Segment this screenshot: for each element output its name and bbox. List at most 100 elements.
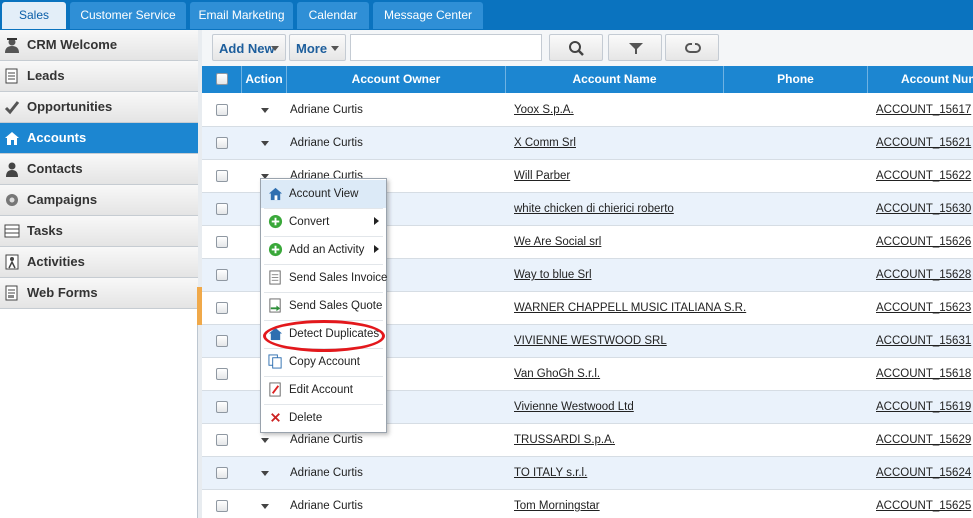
account-name-link[interactable]: Van GhoGh S.r.l. (514, 368, 600, 380)
row-action-dropdown[interactable] (261, 108, 269, 113)
account-name-link[interactable]: Tom Morningstar (514, 500, 600, 512)
table-row[interactable]: Adriane Curtis Yoox S.p.A. ACCOUNT_15617 (202, 94, 973, 127)
account-num-link[interactable]: ACCOUNT_15631 (876, 335, 971, 347)
account-name-link[interactable]: X Comm Srl (514, 137, 576, 149)
account-name-link[interactable]: TRUSSARDI S.p.A. (514, 434, 615, 446)
refresh-icon (685, 42, 701, 53)
row-checkbox[interactable] (216, 335, 228, 347)
account-num-link[interactable]: ACCOUNT_15629 (876, 434, 971, 446)
row-checkbox[interactable] (216, 269, 228, 281)
search-input[interactable] (350, 34, 542, 61)
row-checkbox[interactable] (216, 170, 228, 182)
quote-icon (268, 298, 283, 313)
account-num-link[interactable]: ACCOUNT_15618 (876, 368, 971, 380)
row-checkbox[interactable] (216, 467, 228, 479)
gear-icon (4, 192, 20, 208)
column-header-phone[interactable]: Phone (724, 66, 868, 93)
account-num-link[interactable]: ACCOUNT_15619 (876, 401, 971, 413)
account-num-link[interactable]: ACCOUNT_15621 (876, 137, 971, 149)
account-num-link[interactable]: ACCOUNT_15617 (876, 104, 971, 116)
select-all-column (202, 66, 242, 93)
tab-message-center[interactable]: Message Center (373, 2, 483, 29)
menu-item-send-sales-invoice[interactable]: Send Sales Invoice (261, 264, 388, 292)
row-action-dropdown[interactable] (261, 141, 269, 146)
menu-item-label: Send Sales Invoice (289, 272, 388, 284)
sidebar-item-accounts[interactable]: Accounts (0, 123, 198, 154)
account-num-link[interactable]: ACCOUNT_15624 (876, 467, 971, 479)
row-action-dropdown[interactable] (261, 438, 269, 443)
account-name-link[interactable]: Way to blue Srl (514, 269, 592, 281)
account-name-link[interactable]: WARNER CHAPPELL MUSIC ITALIANA S.R. (514, 302, 746, 314)
account-num-link[interactable]: ACCOUNT_15623 (876, 302, 971, 314)
account-name-link[interactable]: VIVIENNE WESTWOOD SRL (514, 335, 667, 347)
sidebar-item-tasks[interactable]: Tasks (0, 216, 198, 247)
account-num-link[interactable]: ACCOUNT_15626 (876, 236, 971, 248)
sidebar-item-contacts[interactable]: Contacts (0, 154, 198, 185)
menu-item-copy-account[interactable]: Copy Account (261, 348, 386, 376)
toolbar: Add New More (202, 30, 973, 66)
account-num-link[interactable]: ACCOUNT_15628 (876, 269, 971, 281)
account-name-link[interactable]: Vivienne Westwood Ltd (514, 401, 634, 413)
account-owner-cell: Adriane Curtis (290, 137, 363, 149)
account-name-link[interactable]: white chicken di chierici roberto (514, 203, 674, 215)
row-checkbox[interactable] (216, 137, 228, 149)
sidebar-item-leads[interactable]: Leads (0, 61, 198, 92)
row-checkbox[interactable] (216, 368, 228, 380)
add-new-label: Add New (219, 41, 275, 56)
checkmark-icon (4, 99, 20, 115)
sidebar-item-label: Accounts (27, 130, 87, 145)
menu-item-send-sales-quote[interactable]: Send Sales Quote (261, 292, 386, 320)
row-action-dropdown[interactable] (261, 471, 269, 476)
menu-item-delete[interactable]: Delete (261, 404, 386, 432)
sidebar-item-campaigns[interactable]: Campaigns (0, 185, 198, 216)
sidebar-item-web-forms[interactable]: Web Forms (0, 278, 198, 309)
house-icon (268, 186, 283, 201)
row-checkbox[interactable] (216, 434, 228, 446)
tab-customer-service[interactable]: Customer Service (70, 2, 186, 29)
table-row[interactable]: Adriane Curtis TO ITALY s.r.l. ACCOUNT_156… (202, 457, 973, 490)
select-all-checkbox[interactable] (216, 73, 228, 85)
tab-sales[interactable]: Sales (2, 2, 66, 29)
house-icon (4, 130, 20, 146)
invoice-icon (268, 270, 283, 285)
refresh-button[interactable] (665, 34, 719, 61)
row-checkbox[interactable] (216, 236, 228, 248)
add-new-button[interactable]: Add New (212, 34, 286, 61)
tab-email-marketing[interactable]: Email Marketing (190, 2, 293, 29)
row-checkbox[interactable] (216, 203, 228, 215)
account-name-link[interactable]: Will Parber (514, 170, 570, 182)
column-header-account-name[interactable]: Account Name (506, 66, 724, 93)
account-name-link[interactable]: We Are Social srl (514, 236, 601, 248)
account-num-link[interactable]: ACCOUNT_15625 (876, 500, 971, 512)
menu-item-add-activity[interactable]: Add an Activity (261, 236, 386, 264)
menu-item-account-view[interactable]: Account View (261, 180, 386, 208)
row-checkbox[interactable] (216, 500, 228, 512)
more-button[interactable]: More (289, 34, 346, 61)
menu-item-edit-account[interactable]: Edit Account (261, 376, 386, 404)
sidebar-item-crm-welcome[interactable]: CRM Welcome (0, 30, 198, 61)
account-name-link[interactable]: Yoox S.p.A. (514, 104, 574, 116)
account-num-link[interactable]: ACCOUNT_15630 (876, 203, 971, 215)
column-header-account-num[interactable]: Account Num (868, 66, 973, 93)
row-checkbox[interactable] (216, 104, 228, 116)
row-checkbox[interactable] (216, 302, 228, 314)
table-row[interactable]: Adriane Curtis Tom Morningstar ACCOUNT_156… (202, 490, 973, 518)
search-button[interactable] (549, 34, 603, 61)
account-num-link[interactable]: ACCOUNT_15622 (876, 170, 971, 182)
plus-circle-icon (268, 242, 283, 257)
sidebar-item-opportunities[interactable]: Opportunities (0, 92, 198, 123)
account-name-link[interactable]: TO ITALY s.r.l. (514, 467, 587, 479)
user-icon (4, 37, 20, 53)
column-header-account-owner[interactable]: Account Owner (287, 66, 506, 93)
sidebar-item-activities[interactable]: Activities (0, 247, 198, 278)
tab-calendar[interactable]: Calendar (297, 2, 369, 29)
filter-button[interactable] (608, 34, 662, 61)
menu-item-label: Add an Activity (289, 244, 365, 256)
table-row[interactable]: Adriane Curtis X Comm Srl ACCOUNT_15621 (202, 127, 973, 160)
column-header-action[interactable]: Action (242, 66, 287, 93)
sidebar-item-label: CRM Welcome (27, 37, 118, 52)
row-action-dropdown[interactable] (261, 504, 269, 509)
menu-item-convert[interactable]: Convert (261, 208, 386, 236)
more-label: More (296, 41, 328, 56)
row-checkbox[interactable] (216, 401, 228, 413)
